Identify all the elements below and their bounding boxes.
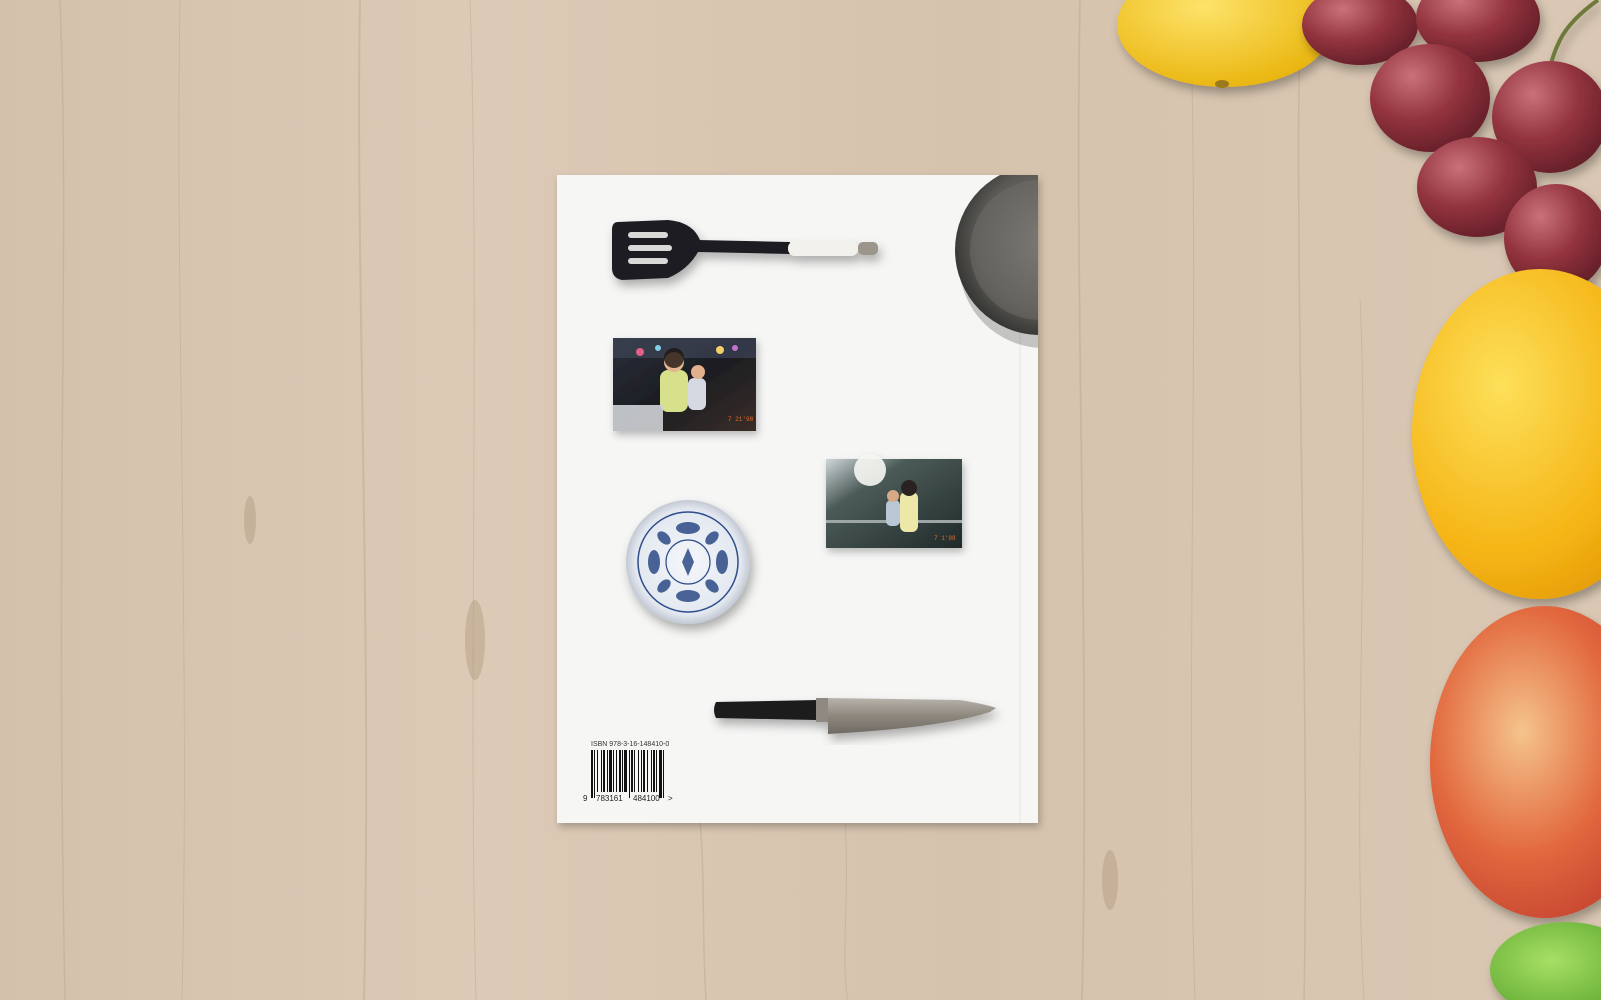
barcode-bar xyxy=(663,750,664,798)
family-photo-1: 7 21'98 xyxy=(613,338,756,431)
barcode-bar xyxy=(659,750,662,798)
barcode-bar xyxy=(624,750,627,792)
barcode-bar xyxy=(594,750,595,798)
barcode-bar xyxy=(609,750,612,792)
barcode-bar xyxy=(591,750,593,798)
barcode-bar xyxy=(616,750,617,792)
mockup-scene: 7 21'98 7 1'98 ISBN 978-3-16-148410-0 9 … xyxy=(0,0,1601,1000)
barcode-left-group: 783161 xyxy=(596,794,623,803)
barcode-bar xyxy=(613,750,614,792)
barcode-bar xyxy=(653,750,655,792)
bowl-icon xyxy=(626,500,750,624)
family-photo-2: 7 1'98 xyxy=(826,454,962,548)
barcode-bar xyxy=(634,750,635,792)
barcode-right-group: 484100 xyxy=(633,794,660,803)
barcode-bar xyxy=(629,750,630,798)
isbn-label: ISBN 978-3-16-148410-0 xyxy=(591,741,669,748)
barcode-bar xyxy=(619,750,621,792)
barcode-bar xyxy=(641,750,642,792)
barcode-bar xyxy=(631,750,633,792)
barcode-bar xyxy=(651,750,652,792)
scene-canvas: 7 21'98 7 1'98 ISBN 978-3-16-148410-0 9 … xyxy=(0,0,1601,1000)
barcode-end-mark: > xyxy=(668,794,673,803)
barcode-bar xyxy=(656,750,657,792)
barcode-bar xyxy=(603,750,605,792)
barcode-bar xyxy=(607,750,608,792)
barcode-bar xyxy=(643,750,645,792)
barcode-bar xyxy=(638,750,639,792)
photo-date-stamp: 7 21'98 xyxy=(728,416,754,423)
barcode-bar xyxy=(622,750,623,792)
photo-date-stamp: 7 1'98 xyxy=(934,535,956,542)
barcode-first-digit: 9 xyxy=(583,794,588,803)
barcode-bar xyxy=(601,750,602,792)
barcode-bar xyxy=(647,750,648,792)
barcode-bar xyxy=(597,750,598,792)
